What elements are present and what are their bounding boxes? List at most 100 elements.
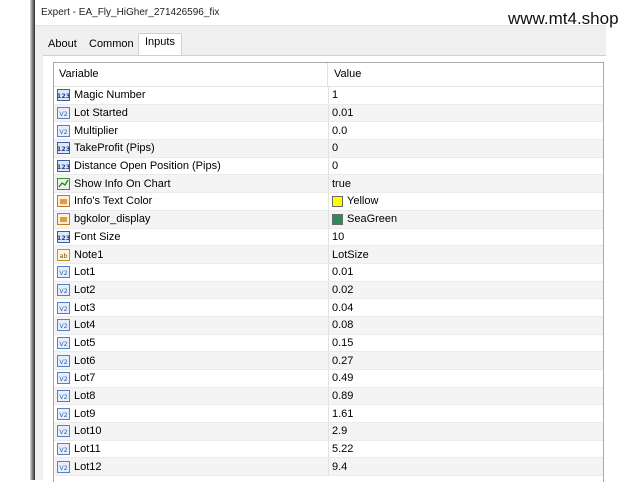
value-cell[interactable]: 0 bbox=[330, 140, 603, 157]
variable-cell[interactable]: V2 Lot10 bbox=[54, 423, 329, 440]
color-swatch bbox=[332, 213, 343, 225]
variable-value: 0.01 bbox=[332, 107, 354, 120]
value-cell[interactable]: 0 bbox=[330, 158, 603, 175]
variable-cell[interactable]: V2 Lot4 bbox=[54, 316, 329, 334]
variable-name: Lot8 bbox=[74, 390, 96, 403]
value-cell[interactable]: 0.02 bbox=[330, 282, 603, 299]
table-row[interactable]: V2 Lot10 2.9 bbox=[54, 423, 603, 441]
variable-cell[interactable]: 123 Distance Open Position (Pips) bbox=[54, 157, 329, 175]
integer-icon-part: 123 bbox=[57, 89, 70, 102]
integer-icon-part: 123 bbox=[57, 163, 70, 171]
variable-cell[interactable]: V2 Lot Started bbox=[54, 104, 329, 122]
bool-icon-part bbox=[57, 177, 70, 190]
table-row[interactable]: V2 Lot9 1.61 bbox=[54, 405, 603, 424]
value-cell[interactable]: 2.9 bbox=[330, 423, 603, 440]
table-row[interactable]: V2 Multiplier 0.0 bbox=[54, 122, 603, 141]
table-row[interactable]: Show Info On Chart true bbox=[54, 175, 603, 194]
value-cell[interactable]: SeaGreen bbox=[330, 211, 603, 228]
double-icon-part: V2 bbox=[59, 428, 68, 436]
variable-cell[interactable]: 123 Magic Number bbox=[54, 87, 329, 104]
value-cell[interactable]: 0.49 bbox=[330, 370, 603, 387]
table-row[interactable]: Info's Text Color Yellow bbox=[54, 193, 603, 211]
variable-value: 0.02 bbox=[332, 283, 354, 296]
value-cell[interactable]: 5.22 bbox=[330, 441, 603, 458]
variable-value: SeaGreen bbox=[347, 213, 398, 226]
variable-value: 0.15 bbox=[332, 336, 354, 349]
double-icon: V2 bbox=[57, 336, 70, 349]
table-row[interactable]: V2 Lot11 5.22 bbox=[54, 440, 603, 459]
table-row[interactable]: ab Note1 LotSize bbox=[54, 246, 603, 264]
variable-cell[interactable]: Info's Text Color bbox=[54, 193, 329, 210]
variable-name: Lot2 bbox=[74, 283, 96, 296]
variable-cell[interactable]: V2 Lot3 bbox=[54, 299, 329, 316]
table-row[interactable]: 123 Font Size 10 bbox=[54, 228, 603, 247]
header-variable[interactable]: Variable bbox=[54, 63, 328, 87]
double-icon-part: V2 bbox=[59, 464, 68, 472]
background-right bbox=[606, 0, 640, 480]
double-icon-part: V2 bbox=[59, 287, 68, 295]
value-cell[interactable]: 0.08 bbox=[330, 317, 603, 334]
value-cell[interactable]: 0.89 bbox=[330, 388, 603, 405]
table-row[interactable]: V2 Lot6 0.27 bbox=[54, 352, 603, 370]
value-cell[interactable]: 0.0 bbox=[330, 122, 603, 139]
variable-cell[interactable]: V2 Lot11 bbox=[54, 440, 329, 458]
variable-cell[interactable]: V2 Lot6 bbox=[54, 352, 329, 369]
table-row[interactable]: V2 Lot1 0.01 bbox=[54, 263, 603, 282]
value-cell[interactable]: 0.27 bbox=[330, 352, 603, 369]
bool-icon bbox=[57, 177, 70, 190]
table-row[interactable]: V2 Lot7 0.49 bbox=[54, 370, 603, 388]
table-row[interactable]: V2 Lot8 0.89 bbox=[54, 387, 603, 406]
table-row[interactable]: 123 Magic Number 1 bbox=[54, 87, 603, 105]
value-cell[interactable]: 0.01 bbox=[330, 264, 603, 281]
value-cell[interactable]: LotSize bbox=[330, 246, 603, 263]
value-cell[interactable]: Yellow bbox=[330, 193, 603, 210]
table-row[interactable]: V2 Lot3 0.04 bbox=[54, 299, 603, 317]
header-value[interactable]: Value bbox=[329, 63, 603, 87]
variable-name: Lot12 bbox=[74, 460, 102, 473]
variable-cell[interactable]: V2 Lot1 bbox=[54, 263, 329, 281]
table-row[interactable]: bgkolor_display SeaGreen bbox=[54, 210, 603, 229]
table-row[interactable]: V2 Lot4 0.08 bbox=[54, 316, 603, 335]
variable-cell[interactable]: V2 Lot7 bbox=[54, 370, 329, 387]
variable-value: 0 bbox=[332, 160, 339, 173]
table-row[interactable]: V2 Lot5 0.15 bbox=[54, 334, 603, 353]
value-cell[interactable]: 9.4 bbox=[330, 458, 603, 475]
double-icon: V2 bbox=[57, 372, 70, 385]
variable-cell[interactable]: V2 Lot9 bbox=[54, 405, 329, 423]
variable-cell[interactable]: V2 Multiplier bbox=[54, 122, 329, 140]
table-row[interactable]: 123 Distance Open Position (Pips) 0 bbox=[54, 157, 603, 176]
variable-cell[interactable]: V2 Lot12 bbox=[54, 458, 329, 476]
value-cell[interactable]: 0.15 bbox=[330, 335, 603, 352]
value-cell[interactable]: 0.04 bbox=[330, 299, 603, 316]
double-icon-part: V2 bbox=[59, 375, 68, 383]
variable-cell[interactable]: V2 Lot8 bbox=[54, 387, 329, 405]
variable-cell[interactable]: ab Note1 bbox=[54, 246, 329, 263]
tab-about[interactable]: About bbox=[48, 36, 77, 55]
value-cell[interactable]: 1.61 bbox=[330, 405, 603, 422]
value-cell[interactable]: 1 bbox=[330, 87, 603, 104]
variable-value: 0.89 bbox=[332, 390, 354, 403]
variable-cell[interactable]: V2 Lot2 bbox=[54, 281, 329, 299]
color-icon bbox=[57, 213, 70, 226]
double-icon-part: V2 bbox=[57, 266, 70, 279]
variable-value: 0.27 bbox=[332, 354, 354, 367]
variable-cell[interactable]: 123 TakeProfit (Pips) bbox=[54, 140, 329, 157]
value-cell[interactable]: true bbox=[330, 175, 603, 192]
table-row[interactable]: V2 Lot Started 0.01 bbox=[54, 104, 603, 123]
value-cell[interactable]: 10 bbox=[330, 229, 603, 246]
table-row[interactable]: V2 Lot12 9.4 bbox=[54, 458, 603, 477]
tab-common[interactable]: Common bbox=[89, 36, 134, 55]
table-row[interactable]: 123 TakeProfit (Pips) 0 bbox=[54, 140, 603, 158]
value-cell[interactable]: 0.01 bbox=[330, 105, 603, 122]
tab-inputs[interactable]: Inputs bbox=[138, 33, 182, 56]
double-icon-part: V2 bbox=[57, 460, 70, 473]
variable-name: Show Info On Chart bbox=[74, 177, 171, 190]
table-row[interactable]: V2 Lot2 0.02 bbox=[54, 281, 603, 300]
variable-cell[interactable]: 123 Font Size bbox=[54, 228, 329, 246]
variable-cell[interactable]: V2 Lot5 bbox=[54, 334, 329, 352]
variable-cell[interactable]: bgkolor_display bbox=[54, 210, 329, 228]
double-icon: V2 bbox=[57, 390, 70, 403]
double-icon: V2 bbox=[57, 319, 70, 332]
variable-cell[interactable]: Show Info On Chart bbox=[54, 175, 329, 193]
variable-value: 0 bbox=[332, 142, 339, 155]
